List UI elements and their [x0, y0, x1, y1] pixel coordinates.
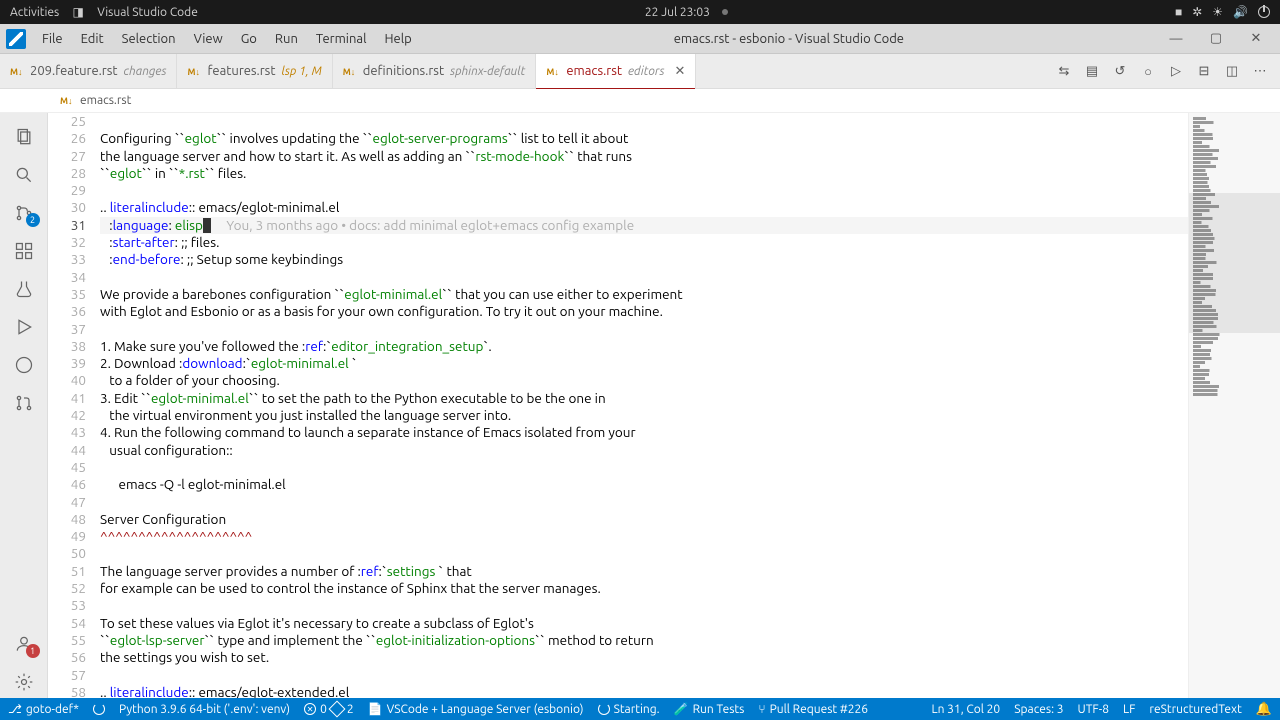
source-control-icon[interactable]: 2: [8, 197, 40, 229]
settings-gear-icon[interactable]: [8, 666, 40, 698]
compare-changes-icon[interactable]: ⇆: [1054, 64, 1074, 79]
minimap[interactable]: [1188, 113, 1280, 698]
remote-indicator[interactable]: ⎇ goto-def*: [8, 702, 79, 716]
volume-icon[interactable]: 🔊: [1233, 5, 1248, 19]
tab-description: sphinx-default: [450, 65, 525, 78]
testing-icon[interactable]: [8, 273, 40, 305]
account-badge: 1: [26, 644, 40, 658]
run-debug-icon[interactable]: [8, 311, 40, 343]
brightness-icon[interactable]: ☀: [1212, 5, 1223, 19]
split-editor-icon[interactable]: ◫: [1222, 64, 1242, 79]
menu-run[interactable]: Run: [267, 28, 306, 50]
breadcrumb-file[interactable]: emacs.rst: [80, 94, 131, 107]
tab-label: emacs.rst: [566, 64, 622, 78]
encoding[interactable]: UTF-8: [1078, 703, 1109, 716]
cursor-position[interactable]: Ln 31, Col 20: [931, 703, 1000, 716]
github-icon[interactable]: [8, 349, 40, 381]
vscode-logo-icon: [6, 29, 26, 49]
menu-view[interactable]: View: [186, 28, 231, 50]
activities-menu[interactable]: Activities: [10, 6, 59, 19]
starting-status[interactable]: Starting.: [598, 703, 660, 716]
open-changes-icon[interactable]: ▤: [1082, 64, 1102, 79]
python-interpreter[interactable]: Python 3.9.6 64-bit ('.env': venv): [119, 703, 290, 716]
revert-icon[interactable]: ↺: [1110, 64, 1130, 79]
tab-bar: 209.feature.rst changes features.rst lsp…: [0, 54, 1280, 89]
status-bar: ⎇ goto-def* Python 3.9.6 64-bit ('.env':…: [0, 698, 1280, 720]
sync-status[interactable]: [93, 703, 105, 715]
menu-file[interactable]: File: [34, 28, 71, 50]
rst-file-icon: [187, 64, 201, 78]
notifications-icon[interactable]: 🔔: [1256, 702, 1272, 717]
sync-icon: [93, 703, 105, 715]
search-icon[interactable]: [8, 159, 40, 191]
menu-edit[interactable]: Edit: [73, 28, 112, 50]
activity-bar: 2 1: [0, 113, 48, 698]
language-mode[interactable]: reStructuredText: [1149, 703, 1241, 716]
breadcrumb[interactable]: emacs.rst: [0, 89, 1280, 113]
pull-request-status[interactable]: ⑂ Pull Request #226: [758, 703, 868, 716]
tab-209-feature[interactable]: 209.feature.rst changes: [0, 54, 177, 88]
app-name: Visual Studio Code: [97, 6, 198, 19]
rst-file-icon: [10, 64, 24, 78]
error-icon: ✕: [304, 703, 316, 715]
explorer-icon[interactable]: [8, 121, 40, 153]
loading-icon: [598, 703, 610, 715]
menu-help[interactable]: Help: [376, 28, 419, 50]
extensions-icon[interactable]: [8, 235, 40, 267]
rst-file-icon: [343, 64, 357, 78]
notification-dot-icon: [722, 9, 728, 15]
pull-request-icon[interactable]: [8, 387, 40, 419]
close-button[interactable]: ✕: [1238, 27, 1274, 51]
scm-badge: 2: [26, 213, 40, 227]
warning-icon: [328, 701, 345, 718]
run-icon[interactable]: ▷: [1166, 64, 1186, 79]
menu-go[interactable]: Go: [233, 28, 265, 50]
tab-definitions[interactable]: definitions.rst sphinx-default: [333, 54, 537, 88]
menu-selection[interactable]: Selection: [114, 28, 184, 50]
menu-terminal[interactable]: Terminal: [308, 28, 375, 50]
tab-label: features.rst: [207, 64, 275, 78]
tab-emacs[interactable]: emacs.rst editors ✕: [536, 54, 696, 88]
rst-file-icon: [546, 64, 560, 78]
settings-icon[interactable]: ✲: [1192, 5, 1202, 19]
git-circle-icon[interactable]: ○: [1138, 64, 1158, 79]
tab-label: 209.feature.rst: [30, 64, 118, 78]
tab-features[interactable]: features.rst lsp 1, M: [177, 54, 332, 88]
minimap-viewport[interactable]: [1189, 193, 1280, 333]
tab-description: lsp 1, M: [281, 65, 321, 78]
vscode-task-icon: ◨: [71, 5, 85, 19]
menu-bar: File Edit Selection View Go Run Terminal…: [0, 24, 1280, 54]
eol[interactable]: LF: [1123, 703, 1135, 716]
system-bar: Activities ◨ Visual Studio Code 22 Jul 2…: [0, 0, 1280, 24]
close-tab-icon[interactable]: ✕: [674, 64, 685, 79]
accounts-icon[interactable]: 1: [8, 628, 40, 660]
rst-file-icon: [60, 94, 74, 108]
minimize-button[interactable]: —: [1158, 27, 1194, 51]
maximize-button[interactable]: ▢: [1198, 27, 1234, 51]
code-area[interactable]: Configuring ``eglot`` involves updating …: [100, 113, 1280, 698]
more-actions-icon[interactable]: ⋯: [1250, 64, 1270, 79]
run-tests-button[interactable]: 🧪 Run Tests: [674, 702, 745, 716]
problems-indicator[interactable]: ✕0 2: [304, 703, 354, 716]
line-gutter: 2526272829303132333435363738394041424344…: [48, 113, 100, 698]
editor[interactable]: 2526272829303132333435363738394041424344…: [48, 113, 1280, 698]
tab-description: editors: [628, 65, 665, 78]
clock[interactable]: 22 Jul 23:03: [645, 6, 710, 19]
toggle-preview-icon[interactable]: ⊟: [1194, 64, 1214, 79]
tab-description: changes: [124, 65, 167, 78]
indentation[interactable]: Spaces: 3: [1014, 703, 1063, 716]
tray-icon[interactable]: ■: [1175, 5, 1182, 19]
window-title: emacs.rst - esbonio - Visual Studio Code: [420, 32, 1158, 46]
power-icon[interactable]: [1258, 6, 1270, 18]
language-server-status[interactable]: 📄 VSCode + Language Server (esbonio): [368, 702, 584, 716]
tab-label: definitions.rst: [363, 64, 444, 78]
